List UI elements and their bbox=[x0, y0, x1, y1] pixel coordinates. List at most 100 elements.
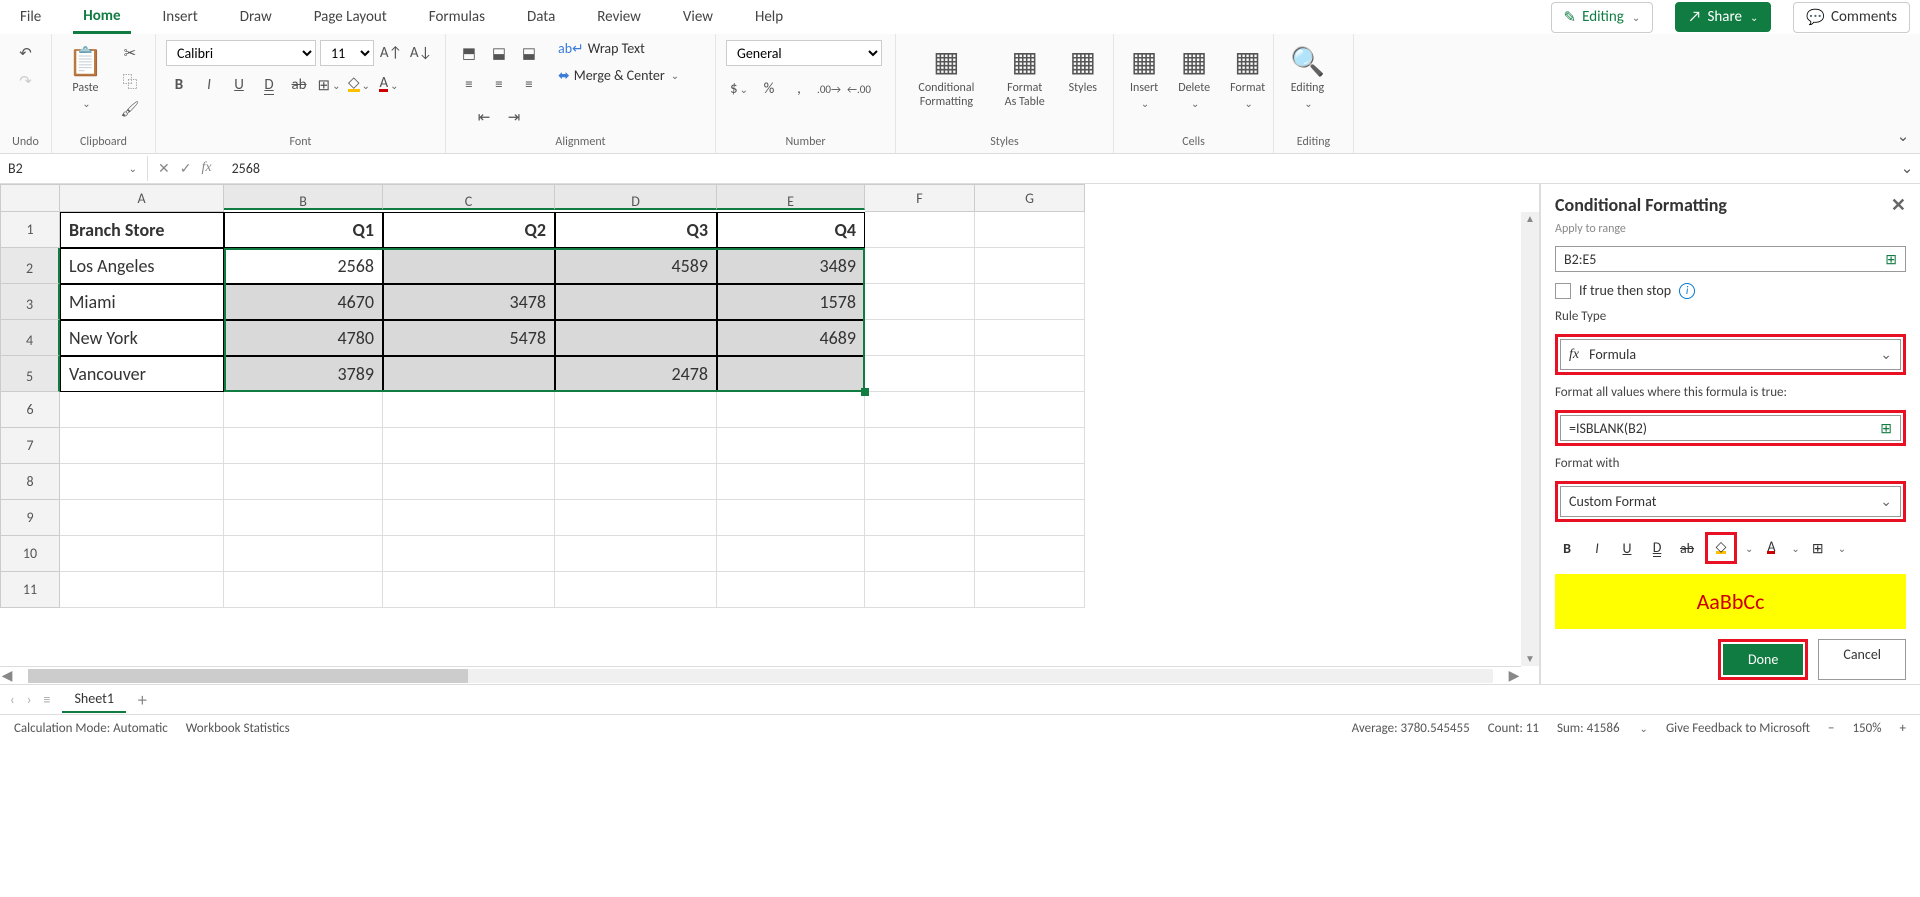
cell[interactable] bbox=[975, 572, 1085, 608]
tab-formulas[interactable]: Formulas bbox=[419, 2, 495, 32]
percent-button[interactable]: % bbox=[756, 76, 782, 102]
column-header-B[interactable]: B bbox=[224, 184, 383, 210]
cell[interactable] bbox=[555, 392, 717, 428]
status-customize-button[interactable]: ⌄ bbox=[1640, 722, 1648, 735]
zoom-out-button[interactable]: − bbox=[1828, 721, 1834, 736]
cell[interactable]: 4670 bbox=[224, 284, 383, 320]
cell[interactable] bbox=[555, 428, 717, 464]
cell[interactable] bbox=[555, 500, 717, 536]
spreadsheet-grid[interactable]: ABCDEFG 1Branch StoreQ1Q2Q3Q42Los Angele… bbox=[0, 184, 1540, 684]
fx-icon[interactable]: fx bbox=[201, 160, 211, 177]
row-header-9[interactable]: 9 bbox=[0, 500, 60, 536]
align-right-button[interactable]: ≡ bbox=[516, 72, 542, 98]
collapse-ribbon-button[interactable]: ⌄ bbox=[1890, 123, 1916, 149]
cell[interactable] bbox=[555, 320, 717, 356]
cell[interactable] bbox=[865, 212, 975, 248]
cell[interactable] bbox=[383, 356, 555, 392]
cell[interactable]: Los Angeles bbox=[60, 248, 224, 284]
panel-fill-color-button[interactable]: ◇ bbox=[1709, 536, 1733, 560]
tab-file[interactable]: File bbox=[10, 2, 51, 32]
cell[interactable] bbox=[865, 392, 975, 428]
decrease-font-button[interactable]: A↓ bbox=[408, 40, 434, 66]
row-header-3[interactable]: 3 bbox=[0, 284, 60, 320]
cell[interactable] bbox=[717, 428, 865, 464]
scroll-right-arrow[interactable]: ▶ bbox=[1507, 667, 1521, 684]
align-center-button[interactable]: ≡ bbox=[486, 72, 512, 98]
name-box[interactable]: B2 ⌄ bbox=[0, 156, 148, 181]
expand-formula-bar-button[interactable]: ⌄ bbox=[1894, 156, 1920, 182]
cell[interactable]: 3789 bbox=[224, 356, 383, 392]
borders-button[interactable]: ⊞⌄ bbox=[316, 72, 342, 98]
cell[interactable] bbox=[865, 500, 975, 536]
decrease-indent-button[interactable]: ⇤ bbox=[471, 104, 497, 130]
cell[interactable]: Q2 bbox=[383, 212, 555, 248]
horizontal-scrollbar[interactable]: ◀ ▶ bbox=[0, 666, 1521, 684]
formula-input[interactable]: 2568 bbox=[222, 156, 1894, 181]
cell[interactable]: 4780 bbox=[224, 320, 383, 356]
cell[interactable] bbox=[975, 320, 1085, 356]
cell[interactable] bbox=[224, 536, 383, 572]
redo-button[interactable]: ↷ bbox=[13, 68, 39, 94]
tab-help[interactable]: Help bbox=[745, 2, 793, 32]
bold-button[interactable]: B bbox=[166, 72, 192, 98]
cell[interactable] bbox=[717, 356, 865, 392]
increase-decimal-button[interactable]: .00→ bbox=[816, 76, 842, 102]
done-button[interactable]: Done bbox=[1723, 644, 1803, 675]
cell[interactable]: 2568 bbox=[224, 248, 383, 284]
scroll-up-arrow[interactable]: ▲ bbox=[1521, 212, 1539, 226]
cancel-formula-icon[interactable]: ✕ bbox=[158, 160, 170, 177]
cell[interactable] bbox=[383, 392, 555, 428]
cell[interactable] bbox=[717, 392, 865, 428]
cell[interactable] bbox=[224, 428, 383, 464]
cell[interactable] bbox=[555, 284, 717, 320]
cell[interactable] bbox=[865, 464, 975, 500]
add-sheet-button[interactable]: + bbox=[138, 689, 147, 711]
cell[interactable] bbox=[717, 464, 865, 500]
tab-insert[interactable]: Insert bbox=[153, 2, 208, 32]
cell[interactable] bbox=[975, 356, 1085, 392]
cell[interactable]: New York bbox=[60, 320, 224, 356]
font-color-button[interactable]: A⌄ bbox=[376, 72, 402, 98]
cell[interactable]: Vancouver bbox=[60, 356, 224, 392]
editing-group-button[interactable]: 🔍 Editing ⌄ bbox=[1284, 40, 1331, 114]
conditional-formatting-button[interactable]: ▦ Conditional Formatting bbox=[906, 40, 987, 114]
column-header-G[interactable]: G bbox=[975, 184, 1085, 212]
panel-underline-button[interactable]: U bbox=[1615, 536, 1639, 560]
column-header-E[interactable]: E bbox=[717, 184, 865, 210]
panel-strikethrough-button[interactable]: ab bbox=[1675, 536, 1699, 560]
chevron-down-icon[interactable]: ⌄ bbox=[1791, 542, 1799, 555]
feedback-link[interactable]: Give Feedback to Microsoft bbox=[1666, 721, 1810, 736]
cell[interactable] bbox=[60, 536, 224, 572]
increase-font-button[interactable]: A↑ bbox=[378, 40, 404, 66]
zoom-in-button[interactable]: + bbox=[1900, 721, 1906, 736]
select-all-triangle[interactable] bbox=[0, 184, 60, 212]
cut-button[interactable]: ✂ bbox=[117, 40, 143, 66]
strikethrough-button[interactable]: ab bbox=[286, 72, 312, 98]
cell[interactable] bbox=[60, 464, 224, 500]
cell[interactable]: 4589 bbox=[555, 248, 717, 284]
panel-double-underline-button[interactable]: D bbox=[1645, 536, 1669, 560]
cell[interactable] bbox=[865, 572, 975, 608]
double-underline-button[interactable]: D bbox=[256, 72, 282, 98]
panel-italic-button[interactable]: I bbox=[1585, 536, 1609, 560]
cell[interactable] bbox=[60, 572, 224, 608]
zoom-level[interactable]: 150% bbox=[1852, 721, 1881, 736]
formula-input-field[interactable]: =ISBLANK(B2) bbox=[1560, 415, 1901, 441]
column-header-D[interactable]: D bbox=[555, 184, 717, 210]
cell[interactable]: Branch Store bbox=[60, 212, 224, 248]
close-panel-button[interactable]: ✕ bbox=[1891, 194, 1906, 216]
undo-button[interactable]: ↶ bbox=[13, 40, 39, 66]
cell[interactable]: Q4 bbox=[717, 212, 865, 248]
format-cells-button[interactable]: ▦ Format ⌄ bbox=[1224, 40, 1271, 114]
cell[interactable]: 3489 bbox=[717, 248, 865, 284]
font-size-select[interactable]: 11 bbox=[320, 40, 374, 66]
vertical-scrollbar[interactable]: ▲ ▼ bbox=[1521, 212, 1539, 666]
cell[interactable] bbox=[865, 284, 975, 320]
rule-type-dropdown[interactable]: fxFormula bbox=[1560, 339, 1901, 370]
cell[interactable]: 3478 bbox=[383, 284, 555, 320]
cell[interactable] bbox=[975, 500, 1085, 536]
chevron-down-icon[interactable]: ⌄ bbox=[1838, 542, 1846, 555]
sheet-nav-next[interactable]: › bbox=[27, 691, 32, 708]
tab-review[interactable]: Review bbox=[587, 2, 651, 32]
number-format-select[interactable]: General bbox=[726, 40, 882, 66]
